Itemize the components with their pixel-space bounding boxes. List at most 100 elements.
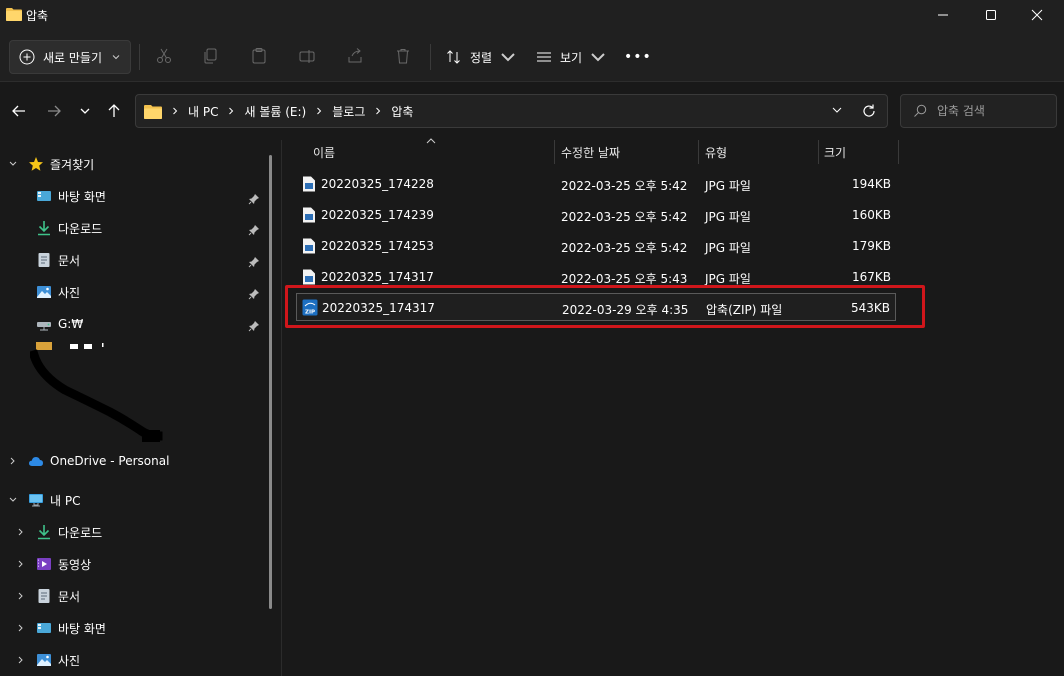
chevron-down-icon[interactable] xyxy=(8,495,18,505)
sort-button[interactable]: 정렬 xyxy=(446,44,516,70)
sidebar-onedrive[interactable]: OneDrive - Personal xyxy=(28,447,169,475)
chevron-down-icon xyxy=(501,53,515,62)
pin-icon[interactable] xyxy=(248,320,260,332)
address-bar[interactable]: 내 PC 새 볼륨 (E:) 블로그 압축 xyxy=(135,94,888,128)
chevron-right-icon[interactable] xyxy=(8,456,18,466)
document-icon xyxy=(38,589,50,603)
toolbar-divider xyxy=(139,44,140,70)
maximize-button[interactable] xyxy=(968,0,1014,30)
file-row[interactable]: 20220325_174239 2022-03-25 오후 5:42 JPG 파… xyxy=(296,201,896,229)
column-resize-handle[interactable] xyxy=(554,140,555,164)
chevron-right-icon xyxy=(376,107,381,115)
breadcrumb-volume[interactable]: 새 볼륨 (E:) xyxy=(244,103,306,120)
chevron-right-icon[interactable] xyxy=(16,527,26,537)
chevron-right-icon[interactable] xyxy=(16,623,26,633)
cut-button[interactable] xyxy=(153,45,175,67)
sidebar-item-downloads[interactable]: 다운로드 xyxy=(36,214,102,242)
sidebar-item-documents[interactable]: 문서 xyxy=(36,246,80,274)
chevron-down-icon[interactable] xyxy=(8,159,18,169)
file-type: JPG 파일 xyxy=(705,241,751,255)
sidebar-item-downloads[interactable]: 다운로드 xyxy=(36,518,102,546)
rename-button[interactable] xyxy=(296,45,318,67)
jpg-file-icon xyxy=(303,176,315,192)
more-options-button[interactable]: ••• xyxy=(624,44,652,70)
file-name: 20220325_174228 xyxy=(321,177,434,191)
sidebar-item-label: 동영상 xyxy=(58,557,92,572)
column-resize-handle[interactable] xyxy=(898,140,899,164)
maximize-icon xyxy=(986,10,996,20)
paste-button[interactable] xyxy=(248,45,270,67)
column-header-type[interactable]: 유형 xyxy=(705,144,727,161)
refresh-icon[interactable] xyxy=(861,103,877,119)
file-size: 179KB xyxy=(851,239,891,253)
minimize-icon xyxy=(938,14,948,16)
chevron-right-icon[interactable] xyxy=(16,559,26,569)
view-list-icon xyxy=(537,52,551,62)
pin-icon[interactable] xyxy=(248,288,260,300)
chevron-right-icon[interactable] xyxy=(16,655,26,665)
sidebar-item-desktop[interactable]: 바탕 화면 xyxy=(36,614,106,642)
breadcrumb-blog[interactable]: 블로그 xyxy=(332,103,365,120)
chevron-right-icon xyxy=(173,107,178,115)
sidebar-item-label: 바탕 화면 xyxy=(58,189,106,204)
column-header-date[interactable]: 수정한 날짜 xyxy=(561,144,620,161)
sidebar-scrollbar[interactable] xyxy=(269,155,272,609)
sidebar-item-documents[interactable]: 문서 xyxy=(36,582,80,610)
search-box[interactable] xyxy=(900,94,1057,128)
view-button[interactable]: 보기 xyxy=(536,44,606,70)
column-header-size[interactable]: 크기 xyxy=(824,144,846,161)
sidebar-item-label: 다운로드 xyxy=(58,221,103,236)
arrow-up-icon xyxy=(108,104,120,117)
file-type: JPG 파일 xyxy=(705,179,751,193)
file-size: 160KB xyxy=(851,208,891,222)
minimize-button[interactable] xyxy=(920,0,966,30)
sidebar-item-videos[interactable]: 동영상 xyxy=(36,550,91,578)
clipboard-icon xyxy=(252,48,266,64)
up-button[interactable] xyxy=(103,100,125,122)
star-icon xyxy=(29,157,43,171)
sort-label: 정렬 xyxy=(470,50,493,65)
chevron-right-icon xyxy=(317,107,322,115)
sidebar-item-desktop[interactable]: 바탕 화면 xyxy=(36,182,106,210)
document-icon xyxy=(38,253,50,267)
command-bar: 새로 만들기 정렬 보기 ••• xyxy=(0,30,1064,82)
file-type: JPG 파일 xyxy=(705,210,751,224)
share-button[interactable] xyxy=(344,45,366,67)
file-row[interactable]: 20220325_174228 2022-03-25 오후 5:42 JPG 파… xyxy=(296,170,896,198)
chevron-down-icon[interactable] xyxy=(831,104,843,116)
column-header-name[interactable]: 이름 xyxy=(313,144,335,161)
pin-icon[interactable] xyxy=(248,193,260,205)
column-resize-handle[interactable] xyxy=(818,140,819,164)
close-icon xyxy=(1031,9,1043,21)
sidebar-item-network-drive[interactable]: G:₩ xyxy=(36,310,83,338)
breadcrumb-current[interactable]: 압축 xyxy=(391,103,413,120)
file-list-header: 이름 수정한 날짜 유형 크기 xyxy=(300,140,900,164)
sidebar-favorites[interactable]: 즐겨찾기 xyxy=(28,150,94,178)
column-resize-handle[interactable] xyxy=(698,140,699,164)
file-date: 2022-03-25 오후 5:42 xyxy=(561,241,688,255)
pin-icon[interactable] xyxy=(248,256,260,268)
pane-divider[interactable] xyxy=(281,140,282,676)
search-input[interactable] xyxy=(937,104,1047,118)
file-size: 167KB xyxy=(851,270,891,284)
recent-locations-button[interactable] xyxy=(74,100,96,122)
download-icon xyxy=(38,221,50,236)
copy-icon xyxy=(204,48,217,64)
sidebar-item-pictures[interactable]: 사진 xyxy=(36,278,80,306)
pin-icon[interactable] xyxy=(248,224,260,236)
sidebar-item-pictures[interactable]: 사진 xyxy=(36,646,80,674)
sidebar-item-label: 바탕 화면 xyxy=(58,621,106,636)
sidebar-this-pc[interactable]: 내 PC xyxy=(28,486,80,514)
copy-button[interactable] xyxy=(200,45,222,67)
file-date: 2022-03-25 오후 5:42 xyxy=(561,179,688,193)
breadcrumb-this-pc[interactable]: 내 PC xyxy=(188,103,218,120)
jpg-file-icon xyxy=(303,207,315,223)
forward-button[interactable] xyxy=(43,100,65,122)
back-button[interactable] xyxy=(8,100,30,122)
file-row[interactable]: 20220325_174253 2022-03-25 오후 5:42 JPG 파… xyxy=(296,232,896,260)
close-button[interactable] xyxy=(1014,0,1060,30)
delete-button[interactable] xyxy=(392,45,414,67)
sidebar-favorites-label: 즐겨찾기 xyxy=(50,157,95,172)
new-button[interactable]: 새로 만들기 xyxy=(9,40,131,74)
chevron-right-icon[interactable] xyxy=(16,591,26,601)
